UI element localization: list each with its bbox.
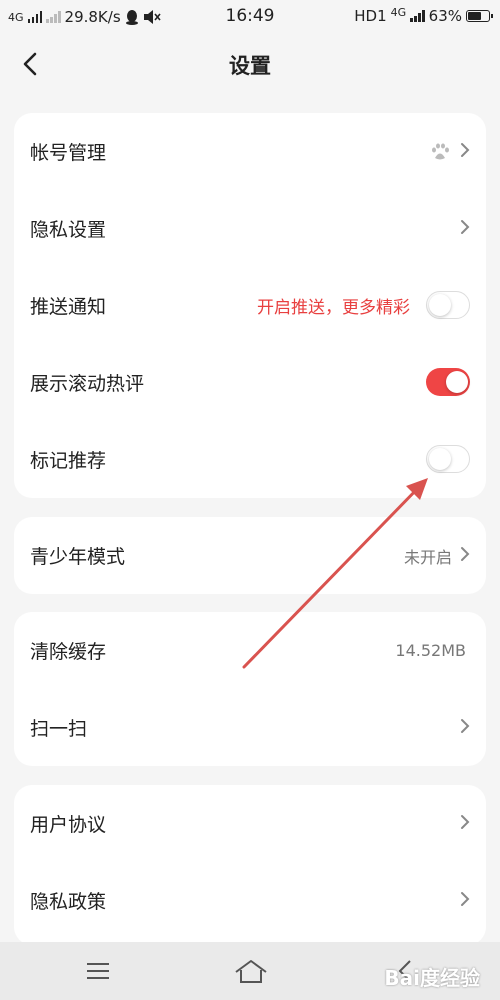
status-bar: 4G 29.8K/s 16:49 HD1 4G 63%: [0, 0, 500, 34]
mark-recommend-label: 标记推荐: [30, 450, 107, 472]
account-management-row[interactable]: 帐号管理: [14, 113, 486, 190]
mark-recommend-toggle[interactable]: [426, 445, 470, 473]
mark-recommend-row: 标记推荐: [14, 421, 486, 498]
privacy-policy-label: 隐私政策: [30, 891, 107, 913]
hot-comments-toggle[interactable]: [426, 368, 470, 396]
user-agreement-label: 用户协议: [30, 814, 107, 836]
push-notification-toggle[interactable]: [426, 291, 470, 319]
home-icon[interactable]: [234, 958, 268, 984]
chevron-right-icon: [461, 143, 470, 157]
privacy-settings-label: 隐私设置: [30, 219, 107, 241]
chevron-right-icon: [461, 719, 470, 733]
battery-icon: [466, 10, 493, 22]
chevron-right-icon: [461, 220, 470, 234]
teen-mode-status: 未开启: [403, 547, 452, 567]
page-title: 设置: [229, 54, 271, 78]
network-type-right: 4G: [390, 5, 407, 19]
user-agreement-row[interactable]: 用户协议: [14, 785, 486, 862]
teen-mode-label: 青少年模式: [30, 546, 126, 568]
push-promo-text: 开启推送，更多精彩: [257, 298, 410, 318]
menu-icon[interactable]: [86, 961, 110, 981]
privacy-policy-row[interactable]: 隐私政策: [14, 862, 486, 939]
scan-row[interactable]: 扫一扫: [14, 689, 486, 766]
settings-card-teen: 青少年模式 未开启: [14, 517, 486, 594]
settings-card-legal: 用户协议 隐私政策: [14, 785, 486, 945]
baidu-watermark: Bai度经验: [384, 966, 480, 990]
hot-comments-row: 展示滚动热评: [14, 344, 486, 421]
cache-size: 14.52MB: [395, 641, 466, 660]
push-notification-label: 推送通知: [30, 296, 107, 318]
status-right: HD1 4G 63%: [354, 5, 493, 25]
header: 设置: [0, 34, 500, 94]
settings-card-tools: 清除缓存 14.52MB 扫一扫: [14, 612, 486, 766]
chevron-right-icon: [461, 892, 470, 906]
clear-cache-row[interactable]: 清除缓存 14.52MB: [14, 612, 486, 689]
hd-indicator: HD1: [354, 7, 387, 25]
teen-mode-row[interactable]: 青少年模式 未开启: [14, 517, 486, 594]
privacy-settings-row[interactable]: 隐私设置: [14, 190, 486, 267]
battery-percent: 63%: [428, 7, 462, 25]
push-notification-row: 推送通知 开启推送，更多精彩: [14, 267, 486, 344]
scan-label: 扫一扫: [30, 718, 88, 740]
signal-icon-right: [410, 10, 425, 22]
baidu-paw-icon: [432, 143, 449, 160]
chevron-right-icon: [461, 815, 470, 829]
settings-card-account: 帐号管理 隐私设置 推送通知 开启推送，更多精彩 展示滚动热评 标记推荐: [14, 113, 486, 498]
system-nav-bar: Bai度经验: [0, 942, 500, 1000]
clear-cache-label: 清除缓存: [30, 641, 107, 663]
chevron-right-icon: [461, 547, 470, 561]
account-management-label: 帐号管理: [30, 142, 107, 164]
hot-comments-label: 展示滚动热评: [30, 373, 145, 395]
